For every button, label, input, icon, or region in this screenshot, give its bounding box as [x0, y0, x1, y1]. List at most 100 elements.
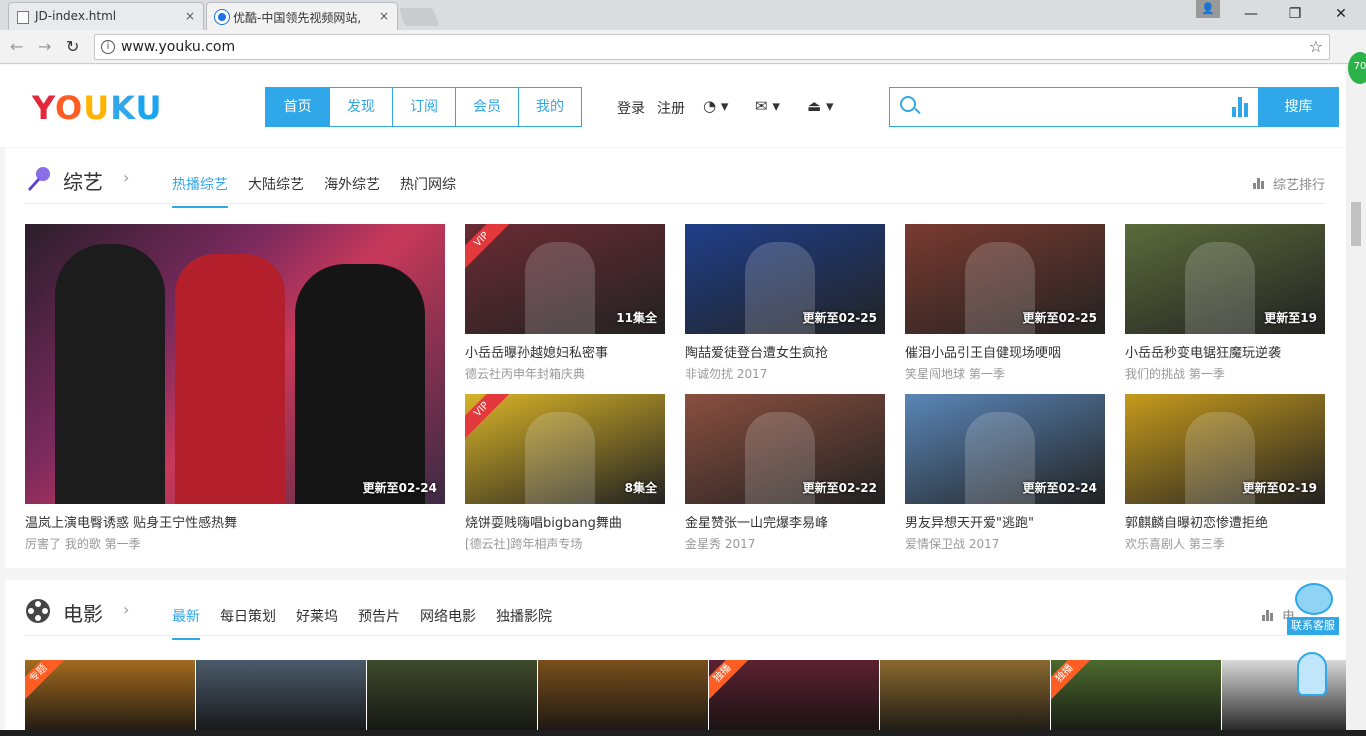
tab-mainland-variety[interactable]: 大陆综艺 [248, 174, 304, 208]
video-thumbnail[interactable]: 更新至02-22 [685, 394, 885, 504]
nav-home[interactable]: 首页 [266, 88, 329, 126]
update-badge: 更新至19 [1264, 311, 1317, 325]
reload-icon[interactable]: ↻ [66, 37, 79, 56]
youku-favicon-icon [215, 10, 229, 24]
movie-poster[interactable] [880, 660, 1050, 736]
info-icon[interactable]: i [101, 40, 115, 54]
featured-video-card[interactable]: 更新至02-24 温岚上演电臀诱惑 贴身王宁性感热舞 厉害了 我的歌 第一季 [25, 224, 445, 552]
trending-chart-icon[interactable] [1232, 97, 1250, 117]
close-window-button[interactable]: ✕ [1318, 0, 1364, 28]
site-header: YOUKU 首页 发现 订阅 会员 我的 登录 注册 ◔ ▾ ✉ ▾ ⏏ ▾ 搜… [0, 65, 1346, 147]
bookmark-star-icon[interactable]: ☆ [1309, 37, 1323, 56]
extension-score-badge[interactable]: 70 [1348, 52, 1366, 84]
section-title[interactable]: 综艺 [63, 166, 103, 195]
video-thumbnail[interactable]: 更新至02-25 [905, 224, 1105, 334]
variety-tabs: 热播综艺 大陆综艺 海外综艺 热门网综 [172, 174, 456, 208]
tab-close-icon[interactable]: × [379, 9, 389, 23]
video-card[interactable]: 更新至02-19 郭麒麟自曝初恋惨遭拒绝 欢乐喜剧人 第三季 [1125, 394, 1325, 552]
featured-thumbnail[interactable]: 更新至02-24 [25, 224, 445, 504]
tab-web-movie[interactable]: 网络电影 [420, 606, 476, 640]
video-subtitle[interactable]: 笑星闯地球 第一季 [905, 365, 1105, 382]
upload-icon[interactable]: ⏏ ▾ [807, 97, 833, 115]
video-card[interactable]: 更新至02-24 男友异想天开爱"逃跑" 爱情保卫战 2017 [905, 394, 1105, 552]
tab-hot-variety[interactable]: 热播综艺 [172, 174, 228, 208]
section-title[interactable]: 电影 [63, 598, 103, 627]
back-arrow-icon[interactable]: ← [10, 37, 23, 56]
tab-exclusive[interactable]: 独播影院 [496, 606, 552, 640]
browser-tab-youku[interactable]: 优酷-中国领先视频网站, × [206, 2, 398, 30]
video-subtitle[interactable]: 金星秀 2017 [685, 535, 885, 552]
video-subtitle[interactable]: 我们的挑战 第一季 [1125, 365, 1325, 382]
chevron-right-icon[interactable]: › [123, 600, 129, 619]
video-thumbnail[interactable]: VIP 11集全 [465, 224, 665, 334]
video-subtitle[interactable]: 德云社丙申年封箱庆典 [465, 365, 665, 382]
page-scrollbar[interactable] [1346, 65, 1366, 736]
video-card[interactable]: 更新至02-22 金星赞张一山完爆李易峰 金星秀 2017 [685, 394, 885, 552]
video-title[interactable]: 烧饼耍贱嗨唱bigbang舞曲 [465, 512, 665, 531]
movie-poster[interactable]: 独播 [709, 660, 879, 736]
address-bar[interactable]: i www.youku.com ☆ [94, 34, 1330, 60]
video-title[interactable]: 男友异想天开爱"逃跑" [905, 512, 1105, 531]
video-card[interactable]: VIP 11集全小岳岳曝孙越媳妇私密事 德云社丙申年封箱庆典 [465, 224, 665, 382]
video-title[interactable]: 催泪小品引王自健现场哽咽 [905, 342, 1105, 361]
customer-service-widget[interactable]: 联系客服 [1287, 583, 1339, 635]
video-thumbnail[interactable]: 更新至02-19 [1125, 394, 1325, 504]
video-card[interactable]: 更新至02-25 催泪小品引王自健现场哽咽 笑星闯地球 第一季 [905, 224, 1105, 382]
variety-rank-link[interactable]: 综艺排行 [1252, 174, 1325, 193]
movie-poster[interactable] [367, 660, 537, 736]
user-profile-icon[interactable]: 👤 [1196, 0, 1220, 18]
movie-poster[interactable]: 专题 [25, 660, 195, 736]
message-envelope-icon[interactable]: ✉ ▾ [755, 97, 780, 115]
address-text: www.youku.com [121, 39, 236, 55]
maximize-button[interactable]: ❐ [1272, 0, 1318, 28]
video-thumbnail[interactable]: 更新至02-25 [685, 224, 885, 334]
video-title[interactable]: 金星赞张一山完爆李易峰 [685, 512, 885, 531]
video-thumbnail[interactable]: VIP 8集全 [465, 394, 665, 504]
video-thumbnail[interactable]: 更新至19 [1125, 224, 1325, 334]
video-title[interactable]: 小岳岳秒变电锯狂魔玩逆袭 [1125, 342, 1325, 361]
new-tab-button[interactable] [398, 8, 440, 26]
video-subtitle[interactable]: [德云社]跨年相声专场 [465, 535, 665, 552]
tab-daily-pick[interactable]: 每日策划 [220, 606, 276, 640]
tab-trailer[interactable]: 预告片 [358, 606, 400, 640]
nav-subscribe[interactable]: 订阅 [392, 88, 455, 126]
update-badge: 更新至02-25 [1022, 311, 1097, 325]
forward-arrow-icon[interactable]: → [38, 37, 51, 56]
nav-discover[interactable]: 发现 [329, 88, 392, 126]
movie-poster[interactable] [538, 660, 708, 736]
nav-mine[interactable]: 我的 [518, 88, 581, 126]
video-title[interactable]: 郭麒麟自曝初恋惨遭拒绝 [1125, 512, 1325, 531]
video-card[interactable]: 更新至19 小岳岳秒变电锯狂魔玩逆袭 我们的挑战 第一季 [1125, 224, 1325, 382]
youku-logo[interactable]: YOUKU [32, 89, 162, 127]
login-link[interactable]: 登录 [617, 98, 645, 118]
movie-poster[interactable]: 独播 [1051, 660, 1221, 736]
video-title[interactable]: 小岳岳曝孙越媳妇私密事 [465, 342, 665, 361]
video-subtitle[interactable]: 非诚勿扰 2017 [685, 365, 885, 382]
nav-member[interactable]: 会员 [455, 88, 518, 126]
history-clock-icon[interactable]: ◔ ▾ [703, 97, 728, 115]
video-thumbnail[interactable]: 更新至02-24 [905, 394, 1105, 504]
video-subtitle[interactable]: 欢乐喜剧人 第三季 [1125, 535, 1325, 552]
register-link[interactable]: 注册 [657, 98, 685, 118]
taskbar [0, 730, 1366, 736]
tab-web-variety[interactable]: 热门网综 [400, 174, 456, 208]
scrollbar-thumb[interactable] [1351, 202, 1361, 246]
back-to-top-rocket-icon[interactable] [1297, 652, 1327, 696]
tab-hollywood[interactable]: 好莱坞 [296, 606, 338, 640]
minimize-button[interactable]: — [1228, 0, 1274, 28]
video-subtitle[interactable]: 厉害了 我的歌 第一季 [25, 535, 445, 552]
tab-latest[interactable]: 最新 [172, 606, 200, 640]
chevron-right-icon[interactable]: › [123, 168, 129, 187]
browser-tab-jd-index[interactable]: JD-index.html × [8, 2, 204, 30]
movie-poster[interactable] [1222, 660, 1346, 736]
tab-overseas-variety[interactable]: 海外综艺 [324, 174, 380, 208]
video-card[interactable]: VIP 8集全烧饼耍贱嗨唱bigbang舞曲 [德云社]跨年相声专场 [465, 394, 665, 552]
search-button[interactable]: 搜库 [1258, 87, 1339, 127]
video-card[interactable]: 更新至02-25 陶喆爱徒登台遭女生疯抢 非诚勿扰 2017 [685, 224, 885, 382]
search-input[interactable] [924, 94, 1224, 120]
movie-poster[interactable] [196, 660, 366, 736]
tab-close-icon[interactable]: × [185, 9, 195, 23]
video-title[interactable]: 温岚上演电臀诱惑 贴身王宁性感热舞 [25, 512, 445, 531]
video-title[interactable]: 陶喆爱徒登台遭女生疯抢 [685, 342, 885, 361]
video-subtitle[interactable]: 爱情保卫战 2017 [905, 535, 1105, 552]
